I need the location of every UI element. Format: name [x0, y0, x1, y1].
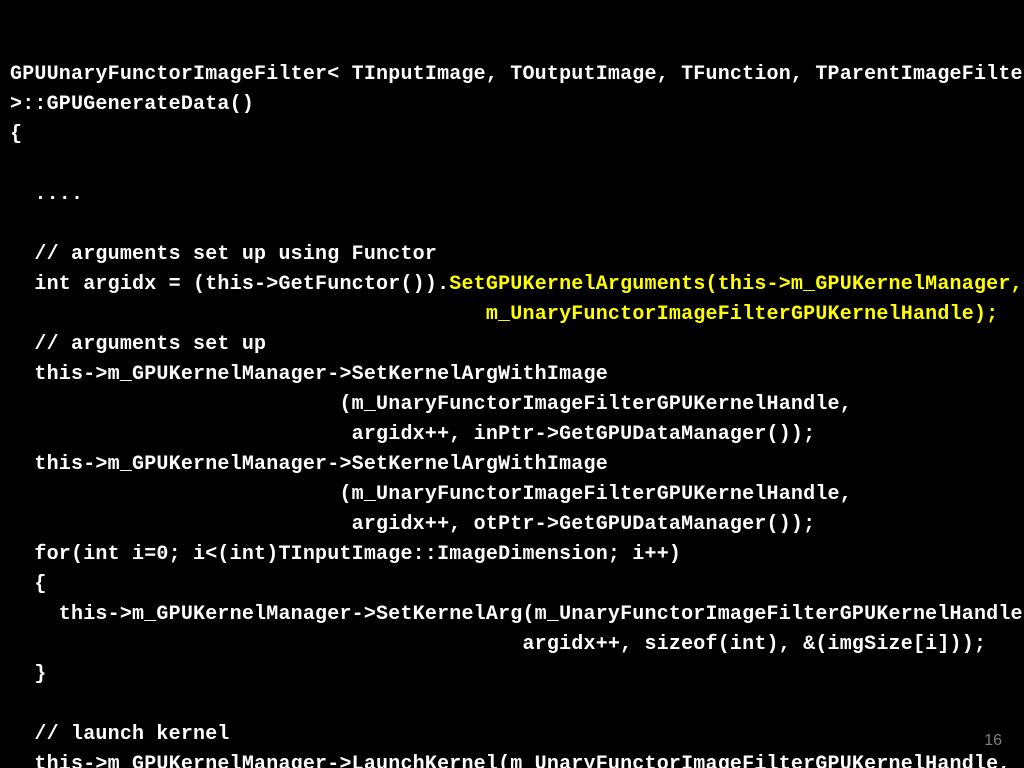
code-line: {	[10, 123, 22, 146]
code-line: (m_UnaryFunctorImageFilterGPUKernelHandl…	[10, 483, 852, 506]
code-line: argidx++, otPtr->GetGPUDataManager());	[10, 513, 815, 536]
code-line: (m_UnaryFunctorImageFilterGPUKernelHandl…	[10, 393, 852, 416]
code-line: int argidx = (this->GetFunctor()).	[10, 273, 449, 296]
code-line: this->m_GPUKernelManager->SetKernelArgWi…	[10, 453, 608, 476]
code-line: for(int i=0; i<(int)TInputImage::ImageDi…	[10, 543, 681, 566]
code-line: }	[10, 663, 47, 686]
code-block: GPUUnaryFunctorImageFilter< TInputImage,…	[10, 60, 1014, 768]
code-line: GPUUnaryFunctorImageFilter< TInputImage,…	[10, 63, 1024, 86]
slide: GPUUnaryFunctorImageFilter< TInputImage,…	[0, 0, 1024, 768]
code-line: >::GPUGenerateData()	[10, 93, 254, 116]
page-number: 16	[984, 732, 1002, 750]
code-line: ....	[10, 183, 83, 206]
highlighted-call: m_UnaryFunctorImageFilterGPUKernelHandle…	[486, 303, 998, 326]
code-line: // launch kernel	[10, 723, 230, 746]
code-line: this->m_GPUKernelManager->SetKernelArg(m…	[10, 603, 1024, 626]
highlighted-call: SetGPUKernelArguments(this->m_GPUKernelM…	[449, 273, 1023, 296]
code-line: this->m_GPUKernelManager->SetKernelArgWi…	[10, 363, 608, 386]
code-line: argidx++, inPtr->GetGPUDataManager());	[10, 423, 815, 446]
code-line: // arguments set up using Functor	[10, 243, 437, 266]
code-line: this->m_GPUKernelManager->LaunchKernel(m…	[10, 753, 1011, 768]
code-line: argidx++, sizeof(int), &(imgSize[i]));	[10, 633, 986, 656]
code-line	[10, 303, 486, 326]
code-line: {	[10, 573, 47, 596]
code-line: // arguments set up	[10, 333, 266, 356]
